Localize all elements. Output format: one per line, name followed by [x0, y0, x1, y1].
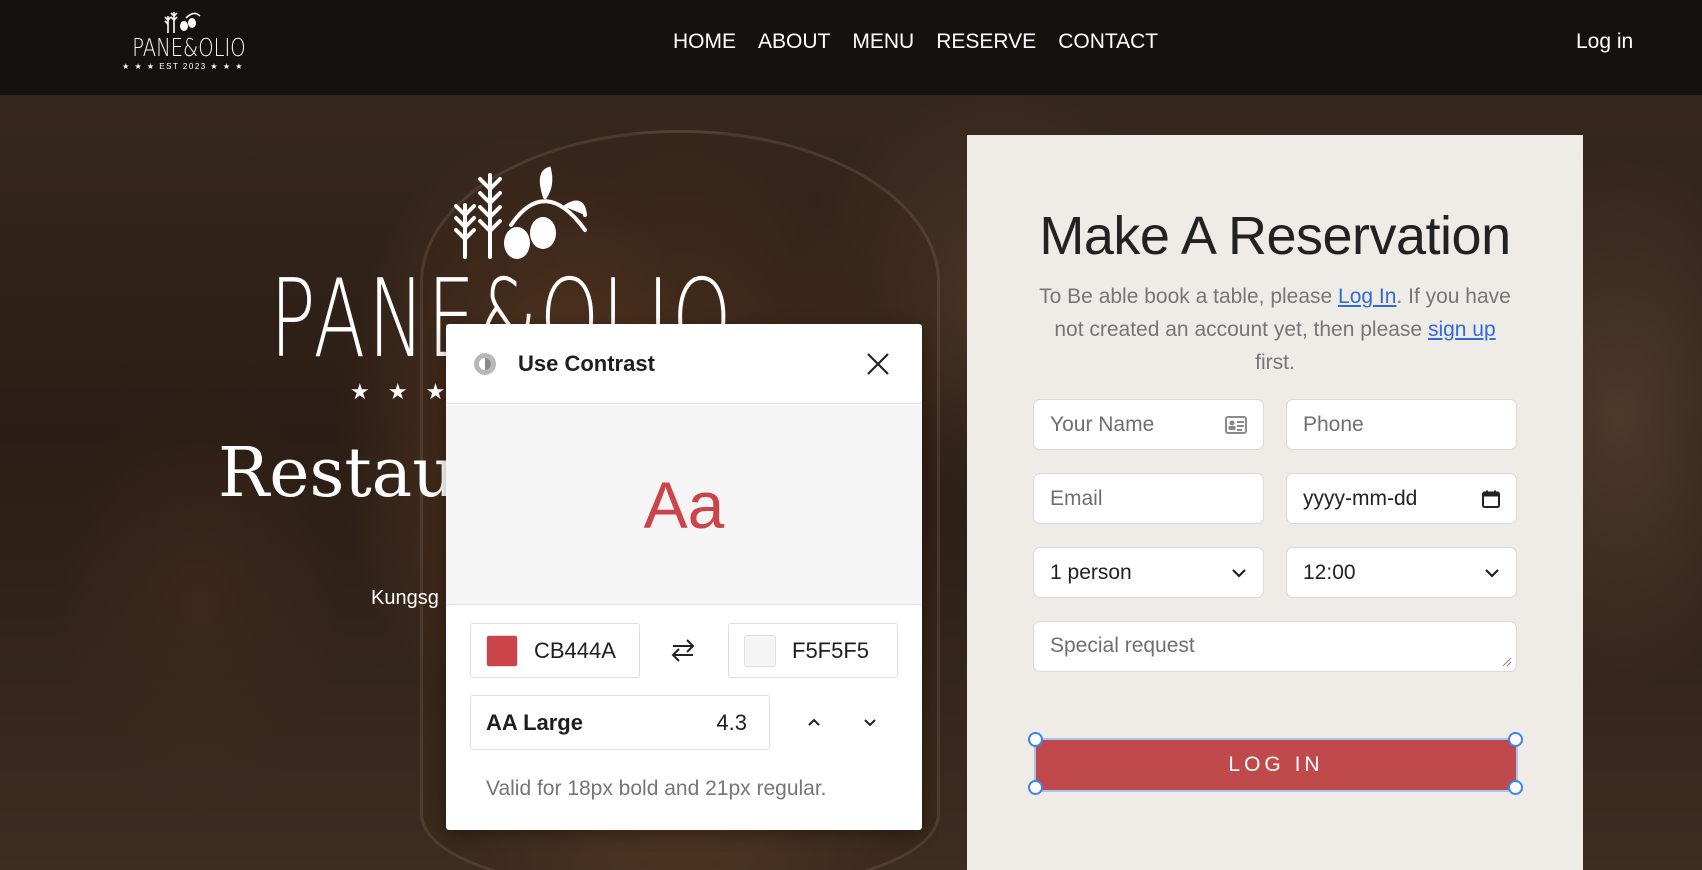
popup-title: Use Contrast: [518, 351, 655, 376]
party-size-value: 1 person: [1050, 560, 1132, 584]
reservation-title: Make A Reservation: [1039, 206, 1511, 266]
phone-input[interactable]: Phone: [1286, 399, 1517, 450]
swap-colors-icon[interactable]: [667, 634, 699, 666]
selection-handle-bottom-left[interactable]: [1028, 780, 1043, 795]
hero-address: Kungsg: [371, 587, 439, 609]
logo-wheat-olive-icon: [164, 12, 201, 33]
calendar-icon[interactable]: [1482, 490, 1500, 508]
nav-home[interactable]: HOME: [673, 30, 736, 54]
contrast-note: Valid for 18px bold and 21px regular.: [486, 777, 827, 800]
site-logo[interactable]: PANE&OLIO ★ ★ ★ EST 2023 ★ ★ ★: [118, 8, 248, 80]
contrast-checker-popup: Use Contrast Aa CB444A F5F5F5 AA Large 4…: [446, 324, 922, 830]
popup-header: Use Contrast: [446, 324, 922, 404]
email-placeholder: Email: [1050, 486, 1103, 510]
selection-handle-top-right[interactable]: [1508, 732, 1523, 747]
phone-placeholder: Phone: [1303, 412, 1364, 436]
logo-text: PANE&OLIO: [132, 33, 246, 62]
login-submit-button[interactable]: LOG IN: [1034, 738, 1518, 792]
chevron-down-icon: [1485, 568, 1499, 578]
party-size-select[interactable]: 1 person: [1033, 547, 1264, 598]
chevron-down-icon[interactable]: [858, 710, 882, 734]
hero-wheat-olive-icon: [454, 166, 587, 259]
email-input[interactable]: Email: [1033, 473, 1264, 524]
login-link[interactable]: Log In: [1338, 285, 1396, 308]
wcag-level-label: AA Large: [486, 709, 583, 735]
time-select[interactable]: 12:00: [1286, 547, 1517, 598]
special-request-placeholder: Special request: [1050, 634, 1195, 657]
navbar: PANE&OLIO ★ ★ ★ EST 2023 ★ ★ ★ HOME ABOU…: [0, 0, 1702, 96]
contrast-sample-text: Aa: [643, 467, 725, 542]
selection-handle-bottom-right[interactable]: [1508, 780, 1523, 795]
foreground-color-input[interactable]: CB444A: [470, 623, 640, 678]
close-icon[interactable]: [864, 350, 892, 378]
reservation-panel: Make A Reservation To Be able book a tab…: [967, 135, 1583, 870]
nav-reserve[interactable]: RESERVE: [936, 30, 1036, 54]
foreground-swatch[interactable]: [486, 634, 518, 667]
desc-text-3: first.: [1255, 351, 1295, 374]
date-input[interactable]: yyyy-mm-dd: [1286, 473, 1517, 524]
contrast-logo-icon: [474, 353, 496, 375]
signup-link[interactable]: sign up: [1428, 318, 1496, 341]
name-input[interactable]: Your Name: [1033, 399, 1264, 450]
nav-menu[interactable]: MENU: [852, 30, 914, 54]
main-nav: HOME ABOUT MENU RESERVE CONTACT: [673, 30, 1158, 54]
resize-grip-icon[interactable]: [1502, 657, 1512, 667]
contrast-preview: Aa: [446, 405, 922, 605]
special-request-textarea[interactable]: Special request: [1033, 621, 1517, 672]
desc-text-1: To Be able book a table, please: [1039, 285, 1339, 308]
logo-subtitle: ★ ★ ★ EST 2023 ★ ★ ★: [122, 62, 244, 71]
background-hex: F5F5F5: [792, 637, 870, 663]
chevron-down-icon: [1232, 568, 1246, 578]
contact-card-icon: [1225, 415, 1247, 434]
selection-handle-top-left[interactable]: [1028, 732, 1043, 747]
name-placeholder: Your Name: [1050, 412, 1155, 436]
nav-about[interactable]: ABOUT: [758, 30, 830, 54]
date-placeholder: yyyy-mm-dd: [1303, 486, 1418, 510]
time-value: 12:00: [1303, 560, 1356, 584]
nav-login-link[interactable]: Log in: [1576, 30, 1633, 54]
reservation-description: To Be able book a table, please Log In. …: [1037, 280, 1513, 379]
nav-contact[interactable]: CONTACT: [1058, 30, 1158, 54]
wcag-level-display: AA Large 4.3: [470, 695, 770, 750]
foreground-hex: CB444A: [534, 637, 616, 663]
contrast-ratio-value: 4.3: [716, 709, 747, 735]
background-color-input[interactable]: F5F5F5: [728, 623, 898, 678]
background-swatch[interactable]: [744, 634, 776, 667]
chevron-up-icon[interactable]: [802, 710, 826, 734]
